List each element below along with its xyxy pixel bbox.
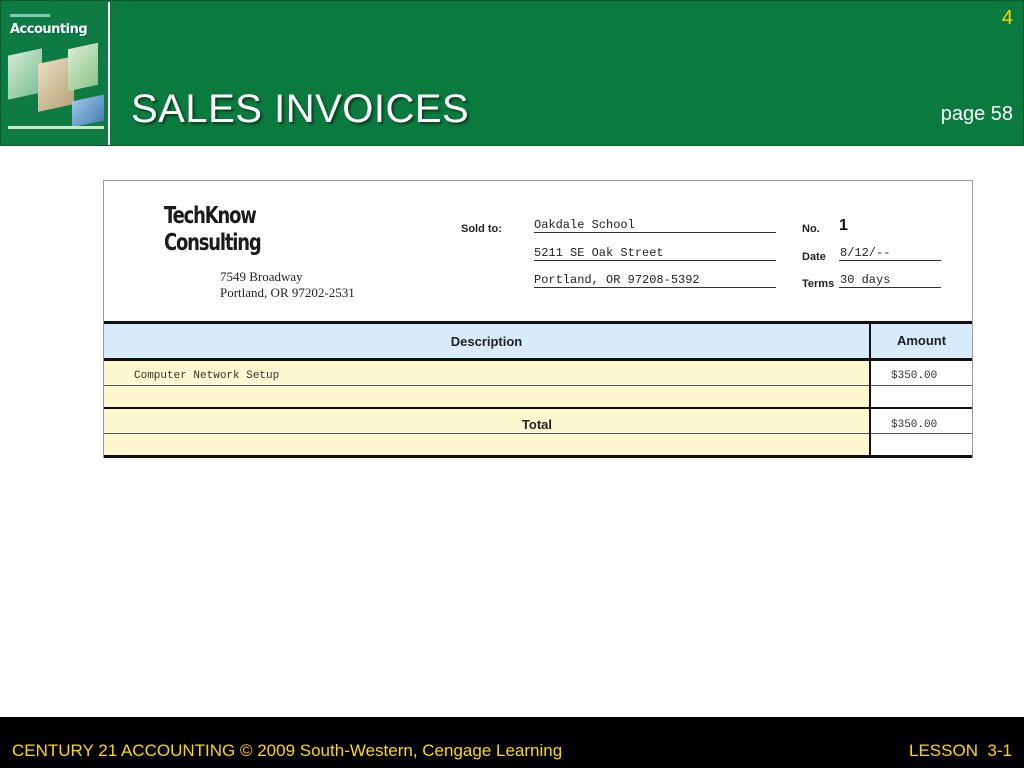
- slide-number: 4: [1001, 7, 1013, 29]
- invoice-terms: 30 days: [840, 273, 891, 287]
- table-header-row: Description Amount: [104, 324, 972, 359]
- slide-footer: CENTURY 21 ACCOUNTING © 2009 South-Weste…: [0, 717, 1024, 768]
- column-divider: [869, 321, 871, 456]
- cover-brand-text: Accounting: [10, 22, 88, 37]
- footer-lesson: LESSON 3-1: [909, 741, 1012, 760]
- amount-column-header: Amount: [896, 333, 947, 348]
- total-label: Total: [521, 417, 552, 432]
- line-item-description: Computer Network Setup: [134, 370, 280, 382]
- company-address-line1: 7549 Broadway: [220, 269, 303, 284]
- description-column-header: Description: [450, 334, 523, 349]
- company-logo: TechKnow Consulting: [164, 203, 262, 257]
- table-row: [104, 434, 869, 456]
- sold-to-label: Sold to:: [461, 223, 502, 235]
- sales-invoice-form: TechKnow Consulting 7549 Broadway Portla…: [103, 180, 973, 458]
- sold-to-name: Oakdale School: [534, 218, 635, 232]
- invoice-number: 1: [839, 217, 848, 234]
- cover-tile: [68, 42, 98, 92]
- date-label: Date: [802, 251, 826, 263]
- table-row: [104, 386, 869, 408]
- slide-title: SALES INVOICES: [131, 87, 470, 131]
- field-underline: [839, 260, 941, 261]
- textbook-cover-image: Accounting: [2, 2, 110, 145]
- terms-label: Terms: [802, 278, 835, 290]
- invoice-date: 8/12/--: [840, 246, 891, 260]
- field-underline: [534, 260, 776, 261]
- cover-decoration: [8, 126, 104, 129]
- sold-to-city: Portland, OR 97208-5392: [534, 273, 700, 287]
- line-item-amount: $350.00: [891, 370, 938, 382]
- invoice-no-label: No.: [802, 223, 820, 235]
- table-border: [104, 455, 972, 458]
- field-underline: [839, 287, 941, 288]
- company-name-line2: Consulting: [164, 230, 262, 256]
- slide-header: Accounting 4 SALES INVOICES page 58: [0, 0, 1024, 146]
- amount-cell: [871, 386, 972, 408]
- cover-tile: [72, 94, 104, 128]
- page-reference: page 58: [940, 103, 1013, 125]
- sold-to-street: 5211 SE Oak Street: [534, 246, 664, 260]
- cover-tile: [8, 48, 42, 100]
- cover-decoration: [10, 14, 50, 17]
- field-underline: [534, 287, 776, 288]
- amount-cell: [871, 434, 972, 456]
- company-name-line1: TechKnow: [164, 203, 257, 229]
- company-address-line2: Portland, OR 97202-2531: [220, 285, 355, 300]
- field-underline: [534, 232, 776, 233]
- footer-copyright: CENTURY 21 ACCOUNTING © 2009 South-Weste…: [12, 741, 563, 760]
- total-amount: $350.00: [891, 419, 938, 431]
